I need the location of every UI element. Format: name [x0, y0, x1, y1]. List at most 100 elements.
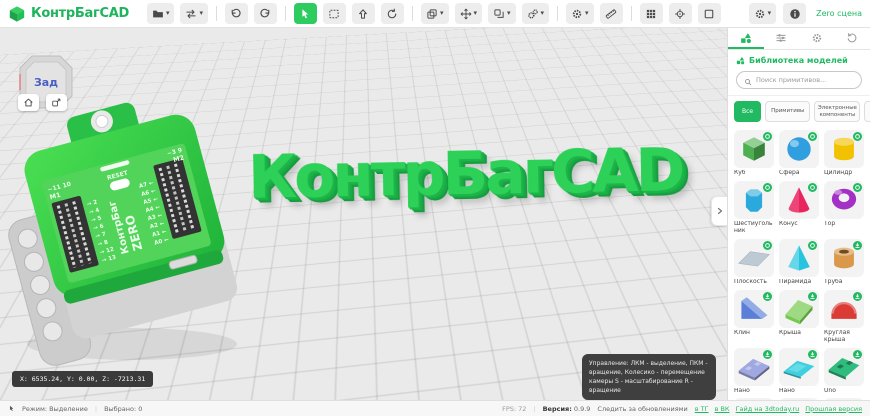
library-item[interactable]: Нано — [779, 347, 819, 395]
chevron-right-icon — [717, 207, 722, 215]
library-item[interactable]: Клин — [734, 289, 774, 344]
library-item-thumbnail[interactable] — [824, 181, 864, 220]
library-item-thumbnail[interactable] — [779, 130, 819, 169]
download-badge-icon[interactable] — [808, 349, 817, 359]
status-link-0[interactable]: в ТГ — [695, 405, 709, 413]
panel-tab-bar — [728, 28, 870, 50]
folder-button[interactable]: ▾ — [146, 3, 175, 24]
library-item[interactable]: Куб — [734, 130, 774, 177]
clone-badge-icon[interactable] — [808, 183, 817, 193]
library-item-thumbnail[interactable] — [824, 347, 864, 386]
search-input[interactable] — [756, 76, 854, 84]
library-item[interactable]: Тор — [824, 181, 864, 235]
cursor-button[interactable] — [293, 3, 317, 24]
library-item-thumbnail[interactable] — [734, 238, 774, 277]
library-item-thumbnail[interactable] — [824, 130, 864, 169]
filter-chip-1[interactable]: Примитивы — [765, 101, 811, 123]
library-item-thumbnail[interactable] — [734, 289, 774, 328]
library-item-thumbnail[interactable] — [824, 289, 864, 328]
panel-tab-history[interactable] — [835, 28, 870, 49]
toolbar-button-groups: ▾ ▾ ▾ ▾ ▾ ▾ ▾ — [146, 3, 721, 24]
library-item-label: Труба — [824, 278, 843, 285]
app-title: КонтрБагCAD — [31, 6, 129, 21]
arrow-up-button[interactable] — [351, 3, 375, 24]
clone-badge-icon[interactable] — [763, 183, 772, 193]
library-item[interactable]: Круглая крыша — [824, 289, 864, 344]
collapse-panel-button[interactable] — [711, 196, 727, 226]
copy-button[interactable]: ▾ — [420, 3, 449, 24]
library-item-thumbnail[interactable] — [779, 347, 819, 386]
info-button[interactable] — [783, 3, 807, 24]
library-item[interactable]: Труба — [824, 238, 864, 286]
panel-tab-gear[interactable] — [799, 28, 835, 49]
library-item[interactable]: Шестиугольник — [734, 181, 774, 235]
download-badge-icon[interactable] — [853, 349, 862, 359]
undo-button[interactable] — [224, 3, 248, 24]
library-item[interactable]: Цилиндр — [824, 130, 864, 177]
download-badge-icon[interactable] — [808, 291, 817, 301]
swap-arrows-button[interactable]: ▾ — [180, 3, 208, 24]
library-item[interactable]: Сфера — [779, 130, 819, 177]
board-model[interactable]: ~11 10 M1 RESET ~3 9 M2 → 2→ 4→ 5→ 6→ 7→… — [8, 102, 266, 372]
library-item[interactable]: Uno — [824, 347, 864, 395]
app-logo[interactable]: КонтрБагCAD — [8, 5, 129, 23]
gears-icon — [527, 8, 539, 20]
library-item[interactable]: Конус — [779, 181, 819, 235]
download-badge-icon[interactable] — [853, 240, 862, 250]
clone-badge-icon[interactable] — [853, 183, 862, 193]
library-item-thumbnail[interactable] — [779, 289, 819, 328]
library-item-label: Цилиндр — [824, 170, 853, 177]
clone-badge-icon[interactable] — [763, 240, 772, 250]
library-item-thumbnail[interactable] — [734, 181, 774, 220]
swap-arrows-icon — [185, 8, 197, 20]
download-badge-icon[interactable] — [853, 291, 862, 301]
status-link-3[interactable]: Прошлая версия — [805, 405, 862, 413]
library-item-thumbnail[interactable] — [734, 130, 774, 169]
library-item-thumbnail[interactable] — [824, 238, 864, 277]
toolbar-separator — [215, 6, 217, 21]
status-link-2[interactable]: Гайд на 3dtoday.ru — [736, 405, 800, 413]
caret-down-icon: ▾ — [507, 10, 511, 17]
controls-tooltip: Управление: ЛКМ - выделение, ПКМ - враще… — [582, 354, 716, 400]
clone-badge-icon[interactable] — [808, 240, 817, 250]
library-item-thumbnail[interactable] — [779, 238, 819, 277]
filter-chip-0[interactable]: Все — [734, 101, 762, 123]
text-3d-model[interactable]: КонтрБагCAD — [247, 135, 682, 213]
panel-tab-shapes[interactable] — [728, 28, 764, 49]
filter-chip-3[interactable]: Сообщество — [864, 101, 870, 123]
duplicate-button[interactable]: ▾ — [488, 3, 516, 24]
grid-button[interactable] — [639, 3, 663, 24]
library-item[interactable]: Плоскость — [734, 238, 774, 286]
crosshair-button[interactable] — [668, 3, 692, 24]
library-item[interactable]: Крыша — [779, 289, 819, 344]
download-badge-icon[interactable] — [763, 349, 772, 359]
toolbar-group: ▾ ▾ ▾ ▾ — [420, 3, 550, 24]
frame-button[interactable] — [697, 3, 721, 24]
library-item-thumbnail[interactable] — [734, 347, 774, 386]
toolbar-group: ▾ — [566, 3, 623, 24]
library-item[interactable]: Нано — [734, 347, 774, 395]
info-icon — [789, 8, 801, 20]
filter-chip-2[interactable]: Электронные компоненты — [814, 101, 861, 123]
redo-button[interactable] — [253, 3, 277, 24]
move-button[interactable]: ▾ — [454, 3, 483, 24]
clone-badge-icon[interactable] — [808, 132, 817, 142]
library-item-thumbnail[interactable] — [779, 181, 819, 220]
gear-button[interactable]: ▾ — [566, 3, 594, 24]
library-item[interactable]: Пирамида — [779, 238, 819, 286]
toolbar-group — [639, 3, 721, 24]
status-link-1[interactable]: в ВК — [715, 405, 730, 413]
undo-icon — [230, 8, 242, 20]
clone-badge-icon[interactable] — [853, 132, 862, 142]
gears-button[interactable]: ▾ — [521, 3, 550, 24]
ruler-button[interactable] — [599, 3, 623, 24]
model-library-panel: Библиотека моделей ВсеПримитивыЭлектронн… — [727, 28, 870, 400]
gear-icon — [811, 32, 823, 44]
clone-badge-icon[interactable] — [763, 132, 772, 142]
viewport-3d[interactable]: Зад ~11 10 M1 RESET ~3 9 M2 → 2 → 4 → 5 … — [0, 28, 727, 400]
box-select-button[interactable] — [322, 3, 346, 24]
gear-button[interactable]: ▾ — [748, 3, 777, 24]
panel-tab-sliders[interactable] — [764, 28, 800, 49]
refresh-button[interactable] — [380, 3, 404, 24]
download-badge-icon[interactable] — [763, 291, 772, 301]
